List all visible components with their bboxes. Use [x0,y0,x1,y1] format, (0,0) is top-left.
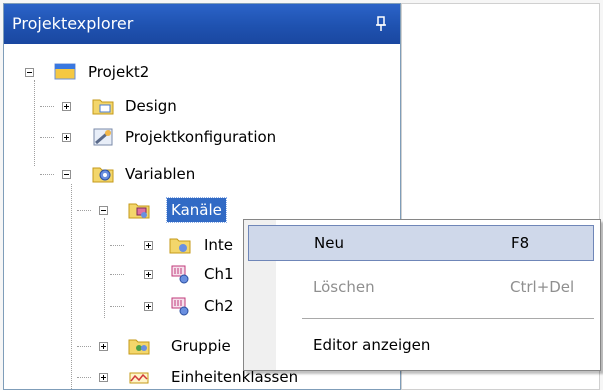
project-icon [54,63,76,80]
tree-line [40,106,54,107]
variables-folder-icon [92,167,114,183]
context-menu: Neu F8 Löschen Ctrl+Del Editor anzeigen [243,219,601,371]
expand-toggle[interactable] [99,342,108,351]
tree-item-label: Ch1 [204,265,234,283]
folder-icon [92,99,114,115]
folder-icon [169,238,191,254]
tree-item-kanaele[interactable]: Kanäle [166,196,227,224]
menu-item-shortcut: Ctrl+Del [510,278,575,296]
tree-line [71,184,72,389]
collapse-toggle[interactable] [25,68,34,77]
tree-item-inte[interactable]: Inte [200,231,237,259]
tree-line [40,174,54,175]
tree-line [110,306,124,307]
collapse-toggle[interactable] [62,170,71,179]
tree-item-label: Inte [204,236,234,254]
units-icon [129,372,149,384]
window-frame: Projektexplorer Projekt2 Design Projektk… [0,0,603,390]
pin-icon[interactable] [374,16,388,32]
tree-item-label: Projekt2 [88,63,150,81]
tree-line [77,377,91,378]
group-folder-icon [128,339,150,355]
tree-line [77,210,91,211]
expand-toggle[interactable] [99,373,108,382]
tree-item-label: Kanäle [166,197,227,223]
tree-line [34,80,35,166]
menu-item-neu[interactable]: Neu F8 [248,225,594,261]
tree-item-label: Ch2 [204,297,234,315]
menu-item-label: Editor anzeigen [313,336,431,354]
channels-folder-icon [128,203,150,219]
tree-line [110,274,124,275]
tree-item-ch2[interactable]: Ch2 [200,292,238,320]
channel-icon [171,265,189,284]
expand-toggle[interactable] [62,102,71,111]
tree-line [110,245,124,246]
menu-item-loeschen[interactable]: Löschen Ctrl+Del [248,270,594,306]
channel-icon [171,297,189,316]
menu-separator [302,318,594,319]
menu-item-label: Neu [314,234,344,252]
menu-item-shortcut: F8 [511,234,530,252]
tree-item-label: Gruppie [171,337,231,355]
tree-item-label: Projektkonfiguration [125,128,277,146]
tree-item-variablen[interactable]: Variablen [121,160,199,188]
expand-toggle[interactable] [144,270,153,279]
tree-item-ch1[interactable]: Ch1 [200,260,238,288]
tree-item-design[interactable]: Design [121,92,181,120]
tree-line [104,218,105,318]
tree-item-gruppie[interactable]: Gruppie [167,332,235,360]
menu-item-editor-anzeigen[interactable]: Editor anzeigen [248,328,594,364]
collapse-toggle[interactable] [99,206,108,215]
tree-item-projektkonfiguration[interactable]: Projektkonfiguration [121,123,280,151]
expand-toggle[interactable] [144,241,153,250]
tree-item-label: Variablen [125,165,196,183]
expand-toggle[interactable] [62,133,71,142]
tree-line [77,346,91,347]
tree-item-projekt2[interactable]: Projekt2 [84,58,153,86]
expand-toggle[interactable] [144,302,153,311]
tree-item-label: Design [125,97,177,115]
panel-title: Projektexplorer [12,14,134,33]
tree-line [40,137,54,138]
menu-item-label: Löschen [313,278,375,296]
configuration-icon [93,128,113,146]
panel-titlebar: Projektexplorer [4,4,400,44]
